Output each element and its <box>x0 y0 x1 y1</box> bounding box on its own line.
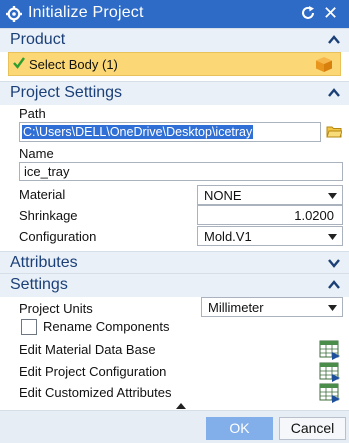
select-body-row[interactable]: Select Body (1) <box>8 52 341 76</box>
chevron-down-icon <box>328 305 337 311</box>
collapse-arrow-icon[interactable] <box>176 403 186 409</box>
name-input[interactable]: ice_tray <box>19 162 343 181</box>
shrinkage-value: 1.0200 <box>294 208 334 223</box>
chevron-down-icon <box>328 193 337 199</box>
attributes-section-title: Attributes <box>10 254 78 271</box>
material-dropdown[interactable]: NONE <box>197 185 343 205</box>
close-icon[interactable]: ✕ <box>323 4 338 22</box>
ok-button[interactable]: OK <box>206 417 273 440</box>
cube-icon[interactable] <box>315 56 333 73</box>
chevron-up-icon[interactable] <box>327 33 341 47</box>
chevron-down-icon <box>328 234 337 240</box>
project-units-label: Project Units <box>19 301 93 316</box>
material-value: NONE <box>204 188 242 203</box>
rename-components-checkbox[interactable] <box>21 319 37 335</box>
edit-material-data-base-label: Edit Material Data Base <box>19 342 156 357</box>
spreadsheet-icon[interactable] <box>318 339 342 360</box>
project-settings-section-title: Project Settings <box>10 84 123 101</box>
dialog-title: Initialize Project <box>28 4 144 21</box>
path-value: C:\Users\DELL\OneDrive\Desktop\icetray <box>22 125 254 139</box>
configuration-label: Configuration <box>19 229 97 244</box>
path-input[interactable]: C:\Users\DELL\OneDrive\Desktop\icetray <box>19 122 321 142</box>
attributes-section-header[interactable]: Attributes <box>0 251 349 275</box>
product-section-title: Product <box>10 31 66 48</box>
configuration-value: Mold.V1 <box>204 229 252 244</box>
reset-icon[interactable] <box>300 5 316 21</box>
chevron-down-icon[interactable] <box>327 256 341 270</box>
path-label: Path <box>19 106 46 121</box>
edit-customized-attributes-label: Edit Customized Attributes <box>19 385 172 400</box>
edit-project-configuration-label: Edit Project Configuration <box>19 364 167 379</box>
spreadsheet-icon[interactable] <box>318 382 342 403</box>
folder-icon[interactable] <box>326 124 342 138</box>
name-label: Name <box>19 146 54 161</box>
chevron-up-icon[interactable] <box>327 278 341 292</box>
product-section-header[interactable]: Product <box>0 28 349 52</box>
configuration-dropdown[interactable]: Mold.V1 <box>197 226 343 246</box>
gear-icon <box>6 6 22 22</box>
spreadsheet-icon[interactable] <box>318 361 342 382</box>
title-bar: Initialize Project ✕ <box>0 0 349 28</box>
cancel-button[interactable]: Cancel <box>279 417 346 440</box>
rename-components-label: Rename Components <box>43 319 170 334</box>
project-units-value: Millimeter <box>208 300 264 315</box>
material-label: Material <box>19 187 66 202</box>
shrinkage-input[interactable]: 1.0200 <box>197 205 343 225</box>
select-body-label: Select Body (1) <box>29 57 118 72</box>
project-units-dropdown[interactable]: Millimeter <box>201 297 343 317</box>
settings-section-header[interactable]: Settings <box>0 273 349 297</box>
check-icon <box>13 57 25 69</box>
name-value: ice_tray <box>24 164 70 179</box>
chevron-up-icon[interactable] <box>327 86 341 100</box>
project-settings-section-header[interactable]: Project Settings <box>0 81 349 105</box>
settings-section-title: Settings <box>10 276 68 293</box>
shrinkage-label: Shrinkage <box>19 208 78 223</box>
